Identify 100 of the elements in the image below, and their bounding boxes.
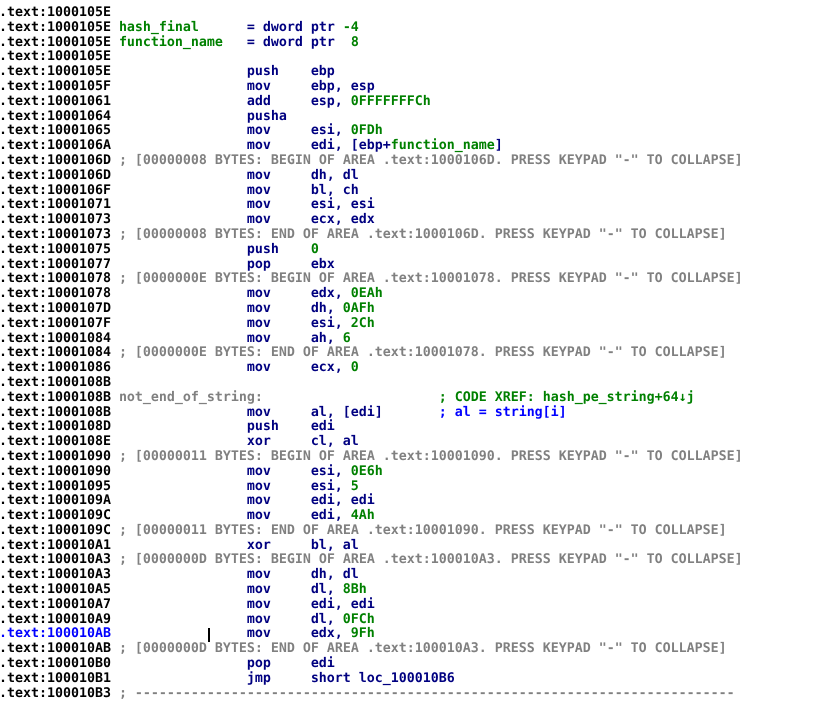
line-address[interactable]: .text:10001095 — [0, 478, 111, 494]
instruction-operand: esi, 0E6h — [310, 464, 383, 479]
line-address[interactable]: .text:1000106D — [0, 152, 111, 168]
line-address[interactable]: .text:10001071 — [0, 197, 111, 212]
area-comment: ; [0000000D BYTES: END OF AREA .text:100010A3. PRESS KEYPAD "-" TO COLLAPSE] — [118, 642, 727, 656]
instruction-operand: bl, ch — [310, 182, 359, 198]
area-comment: ; [0000000D BYTES: BEGIN OF AREA .text:100010A3. PRESS KEYPAD "-" TO COLLAPSE] — [118, 553, 743, 568]
instruction-mnemonic: xor — [246, 538, 271, 553]
instruction-mnemonic: push — [246, 419, 279, 434]
instruction-mnemonic: mov — [246, 612, 271, 627]
line-address[interactable]: .text:10001073 — [0, 226, 111, 242]
instruction-mnemonic: mov — [246, 493, 271, 508]
instruction-operand: ebp, esp — [310, 78, 375, 94]
instruction-operand: ebp — [310, 64, 335, 80]
instruction-operand: edi, 4Ah — [310, 508, 375, 524]
instruction-operand: cl, al — [310, 434, 359, 450]
line-address[interactable]: .text:1000106A — [0, 138, 111, 154]
line-address[interactable]: .text:100010AB — [0, 641, 111, 656]
line-address[interactable]: .text:1000108D — [0, 419, 111, 434]
line-address[interactable]: .text:100010A5 — [0, 582, 111, 598]
instruction-mnemonic: mov — [246, 286, 271, 302]
line-address[interactable]: .text:1000105E — [0, 20, 111, 35]
instruction-mnemonic: mov — [246, 596, 271, 612]
line-address[interactable]: .text:1000108B — [0, 374, 111, 390]
line-address[interactable]: .text:1000108B — [0, 404, 111, 420]
line-address[interactable]: .text:1000105E — [0, 64, 111, 80]
instruction-operand: ah, 6 — [310, 330, 351, 346]
line-address[interactable]: .text:100010AB — [0, 626, 111, 642]
instruction-operand: esi, esi — [310, 197, 375, 212]
line-address[interactable]: .text:1000109C — [0, 508, 111, 524]
instruction-mnemonic: pusha — [246, 108, 287, 124]
instruction-mnemonic: mov — [246, 182, 271, 198]
area-comment: ; [0000000E BYTES: BEGIN OF AREA .text:10001078. PRESS KEYPAD "-" TO COLLAPSE] — [118, 272, 743, 286]
instruction-mnemonic: xor — [246, 434, 271, 450]
instruction-operand: dl, 8Bh — [310, 582, 367, 598]
instruction-mnemonic: mov — [246, 78, 271, 94]
instruction-mnemonic: pop — [246, 656, 271, 672]
instruction-mnemonic: mov — [246, 330, 271, 346]
area-comment: ; [00000008 BYTES: END OF AREA .text:1000106D. PRESS KEYPAD "-" TO COLLAPSE] — [118, 228, 727, 242]
line-address[interactable]: .text:1000108E — [0, 434, 111, 450]
instruction-mnemonic: mov — [246, 404, 271, 420]
line-address[interactable]: .text:100010A7 — [0, 596, 111, 612]
line-address[interactable]: .text:1000105E — [0, 49, 111, 64]
instruction-operand: bl, al — [310, 538, 359, 553]
line-address[interactable]: .text:10001064 — [0, 108, 111, 124]
instruction-mnemonic: mov — [246, 300, 271, 316]
variable-definition: = dword ptr -4 — [246, 20, 359, 36]
line-address[interactable]: .text:1000107F — [0, 316, 111, 331]
line-address[interactable]: .text:10001090 — [0, 448, 111, 464]
line-address[interactable]: .text:10001061 — [0, 94, 111, 109]
line-address[interactable]: .text:1000106F — [0, 182, 111, 198]
instruction-operand: dl, 0FCh — [310, 612, 375, 627]
area-comment: ; [00000011 BYTES: BEGIN OF AREA .text:10001090. PRESS KEYPAD "-" TO COLLAPSE] — [118, 450, 743, 464]
instruction-mnemonic: mov — [246, 123, 271, 138]
line-address[interactable]: .text:10001073 — [0, 212, 111, 228]
area-comment: ; [00000011 BYTES: END OF AREA .text:10001090. PRESS KEYPAD "-" TO COLLAPSE] — [118, 524, 727, 538]
instruction-mnemonic: mov — [246, 212, 271, 228]
line-address[interactable]: .text:10001078 — [0, 271, 111, 286]
line-address[interactable]: .text:1000108B — [0, 390, 111, 405]
instruction-mnemonic: mov — [246, 138, 271, 154]
line-address[interactable]: .text:100010A9 — [0, 612, 111, 627]
instruction-operand: esi, 2Ch — [310, 316, 375, 331]
line-address[interactable]: .text:1000109A — [0, 493, 111, 508]
line-address[interactable]: .text:10001084 — [0, 330, 111, 346]
line-address[interactable]: .text:10001084 — [0, 345, 111, 360]
line-address[interactable]: .text:100010A3 — [0, 567, 111, 582]
instruction-mnemonic: mov — [246, 360, 271, 376]
line-address[interactable]: .text:10001078 — [0, 286, 111, 302]
line-address[interactable]: .text:1000105E — [0, 34, 111, 50]
line-address[interactable]: .text:10001090 — [0, 464, 111, 479]
instruction-mnemonic: mov — [246, 197, 271, 212]
instruction-mnemonic: add — [246, 94, 271, 109]
line-address[interactable]: .text:1000105E — [0, 5, 111, 20]
instruction-operand: edx, 9Fh — [310, 626, 375, 642]
instruction-mnemonic: jmp — [246, 670, 271, 686]
instruction-operand: dh, dl — [310, 567, 359, 582]
instruction-operand: edi, [ebp+function_name] — [310, 138, 503, 154]
line-address[interactable]: .text:1000107D — [0, 300, 111, 316]
line-address[interactable]: .text:100010B1 — [0, 670, 111, 686]
instruction-operand: short loc_100010B6 — [310, 670, 455, 686]
line-address[interactable]: .text:1000106D — [0, 168, 111, 183]
variable-name: hash_final — [118, 20, 199, 35]
line-address[interactable]: .text:100010A1 — [0, 538, 111, 553]
line-address[interactable]: .text:10001065 — [0, 123, 111, 138]
instruction-operand: al, [edi] — [310, 404, 383, 420]
instruction-operand: edi, edi — [310, 596, 375, 612]
instruction-mnemonic: mov — [246, 464, 271, 479]
instruction-mnemonic: push — [246, 64, 279, 80]
line-address[interactable]: .text:10001077 — [0, 256, 111, 272]
line-address[interactable]: .text:100010B0 — [0, 656, 111, 672]
line-address[interactable]: .text:10001086 — [0, 360, 111, 376]
line-address[interactable]: .text:1000109C — [0, 522, 111, 538]
line-address[interactable]: .text:1000105F — [0, 78, 111, 94]
instruction-mnemonic: mov — [246, 478, 271, 494]
line-address[interactable]: .text:100010B3 — [0, 686, 111, 701]
instruction-mnemonic: mov — [246, 168, 271, 183]
instruction-operand: esi, 0FDh — [310, 123, 383, 138]
instruction-operand: edi, edi — [310, 493, 375, 508]
line-address[interactable]: .text:100010A3 — [0, 552, 111, 568]
line-address[interactable]: .text:10001075 — [0, 242, 111, 257]
